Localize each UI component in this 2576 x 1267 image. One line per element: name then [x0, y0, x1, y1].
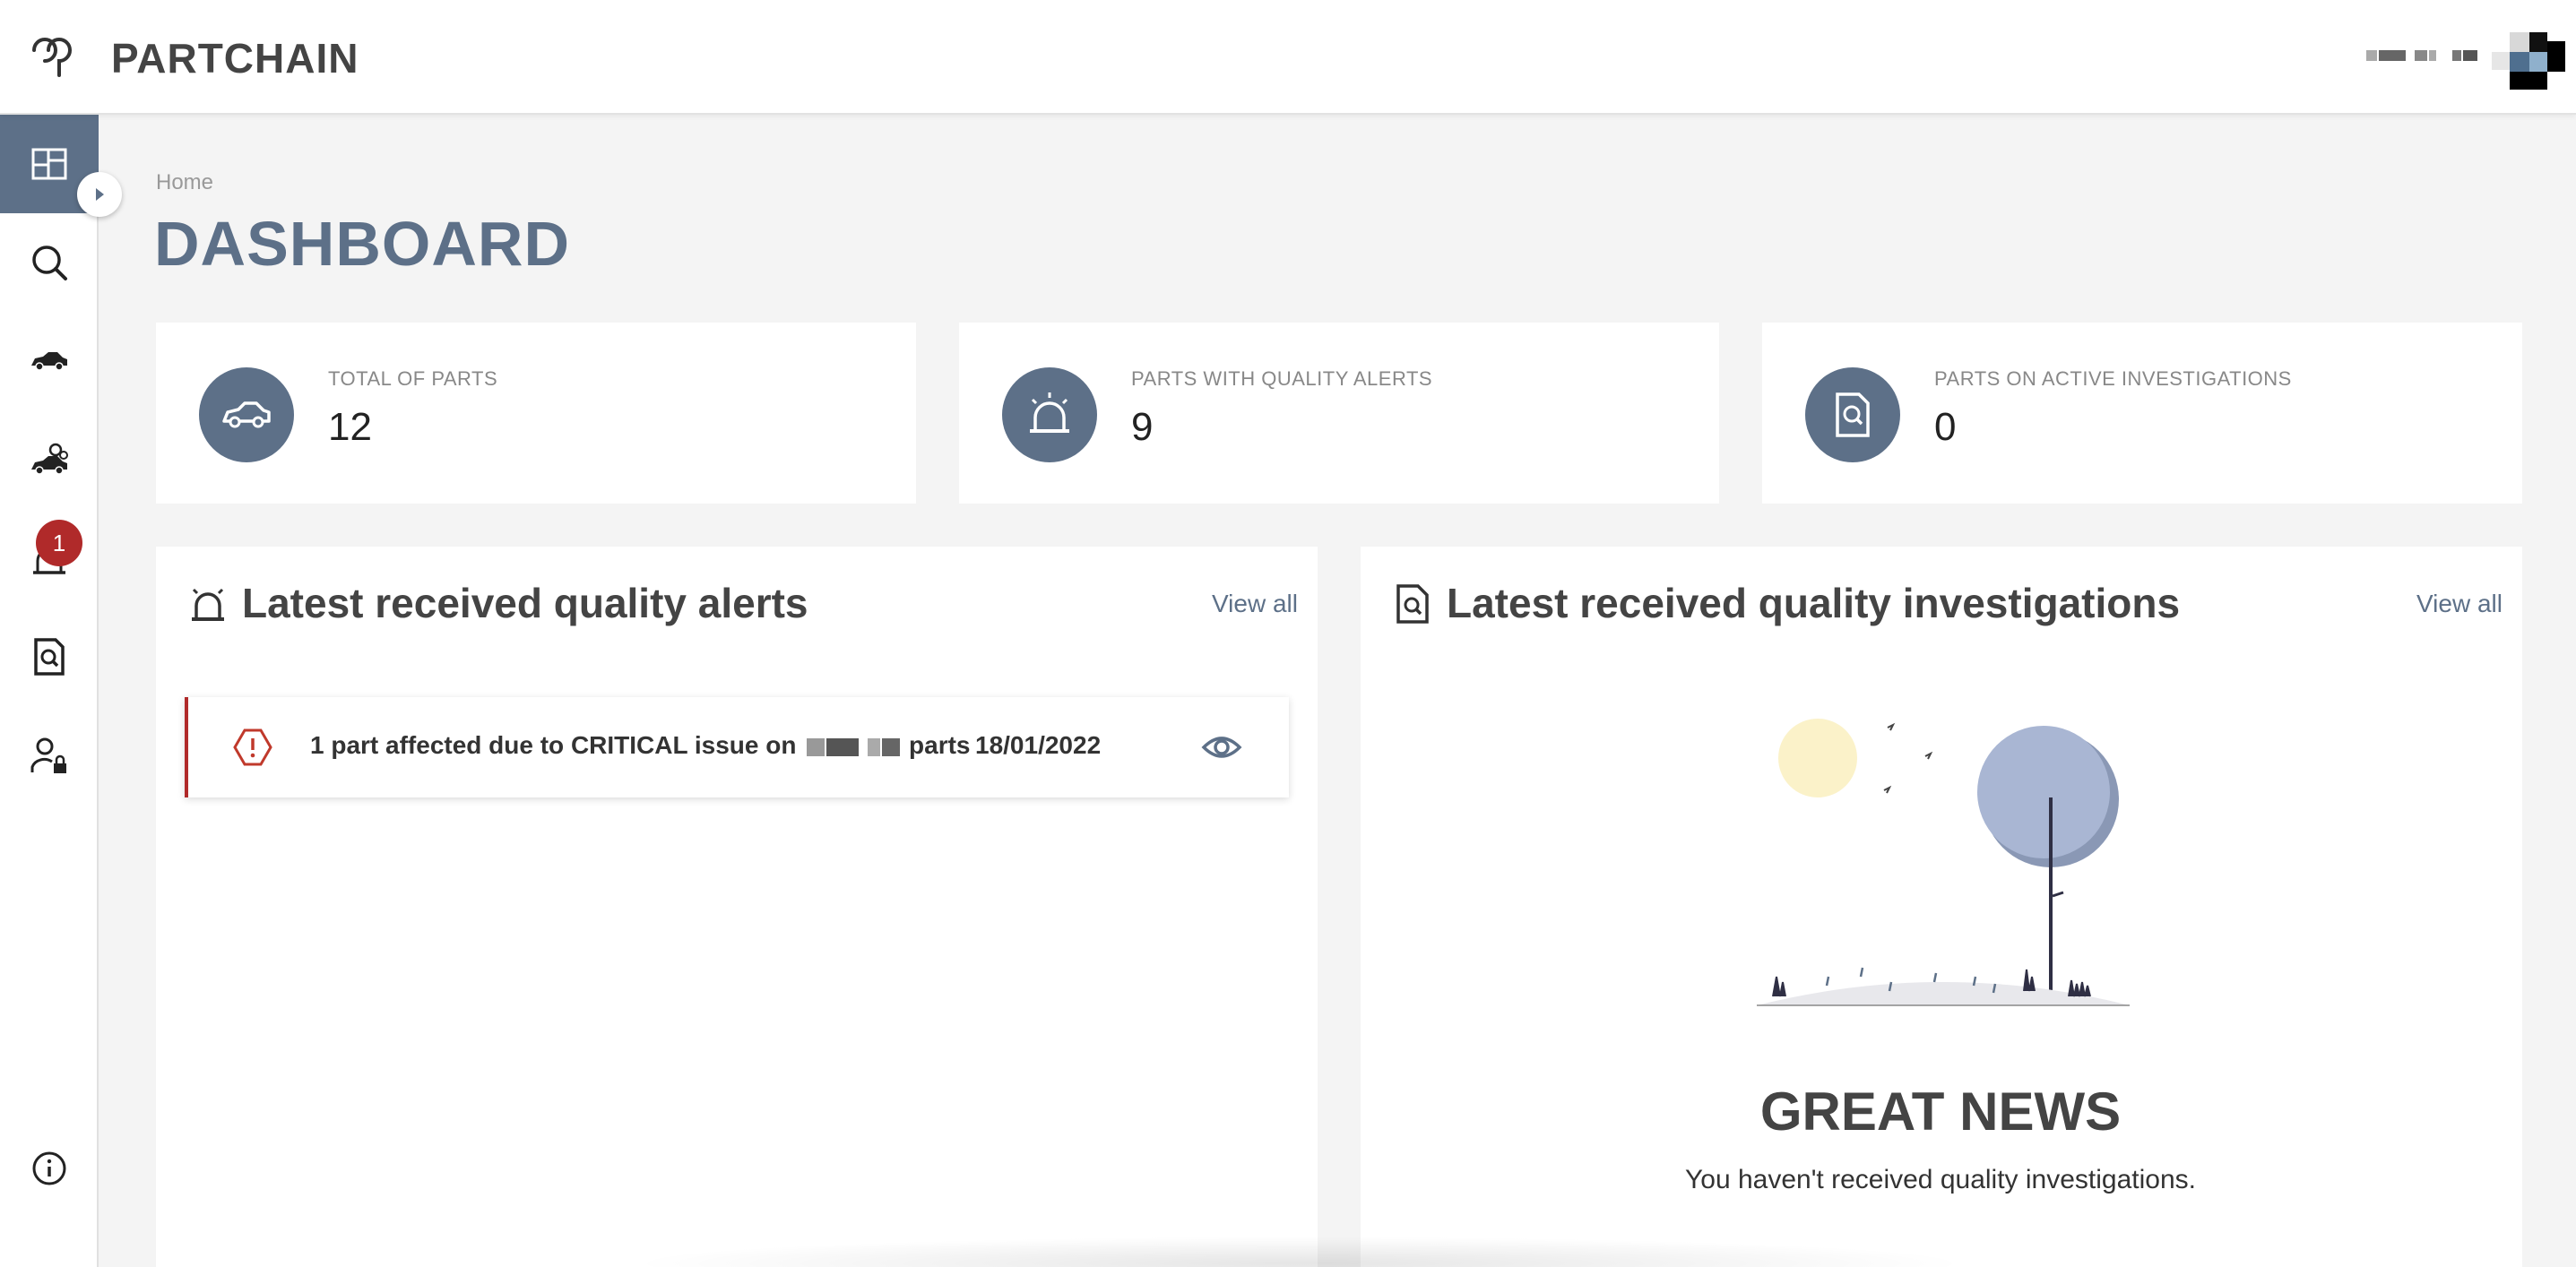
stat-label: TOTAL OF PARTS [328, 367, 498, 390]
document-search-icon [1396, 584, 1429, 624]
stat-icon [1805, 367, 1900, 462]
stat-value: 12 [328, 405, 372, 449]
view-all-alerts-link[interactable]: View all [1212, 590, 1298, 618]
stat-card-quality-alerts: PARTS WITH QUALITY ALERTS 9 [959, 323, 1719, 504]
notification-badge: 1 [36, 520, 82, 566]
empty-state-text: You haven't received quality investigati… [1685, 1165, 2196, 1194]
stat-value: 0 [1934, 405, 1957, 449]
panel-title: Latest received quality investigations [1447, 580, 2181, 626]
search-icon [32, 246, 67, 280]
car-icon [222, 401, 271, 428]
view-all-investigations-link[interactable]: View all [2416, 590, 2503, 618]
sidebar-item-quality-investigations[interactable] [0, 608, 99, 706]
stat-icon [199, 367, 294, 462]
eye-icon[interactable] [1201, 729, 1242, 765]
info-icon [32, 1151, 66, 1185]
stat-card-active-investigations: PARTS ON ACTIVE INVESTIGATIONS 0 [1762, 323, 2522, 504]
sidebar-item-admin[interactable] [0, 706, 99, 805]
sidebar-item-search[interactable] [0, 213, 99, 312]
app-title[interactable]: PARTCHAIN [111, 34, 359, 82]
alarm-icon [192, 588, 224, 621]
stat-label: PARTS WITH QUALITY ALERTS [1131, 367, 1433, 390]
document-search-icon [34, 638, 65, 676]
empty-state-title: GREAT NEWS [1759, 1082, 2122, 1142]
alarm-icon [1030, 392, 1069, 433]
redacted-part-name [803, 737, 902, 758]
car-icon [31, 352, 67, 371]
alert-row[interactable]: 1 part affected due to CRITICAL issue on… [185, 697, 1289, 797]
empty-state-illustration [1757, 719, 2130, 1006]
critical-warning-icon [233, 728, 272, 766]
document-search-icon [1836, 392, 1870, 437]
sidebar [0, 115, 99, 1267]
quality-investigations-panel: Latest received quality investigations V… [1361, 547, 2522, 1267]
sidebar-item-about[interactable] [0, 1124, 99, 1213]
panel-title: Latest received quality alerts [242, 580, 808, 626]
sidebar-toggle-button[interactable] [77, 172, 122, 217]
user-lock-icon [30, 737, 66, 773]
alert-text-end: parts [909, 731, 971, 759]
breadcrumb[interactable]: Home [156, 170, 213, 195]
sidebar-item-parts[interactable] [0, 312, 99, 410]
top-header: PARTCHAIN [0, 0, 2576, 115]
avatar[interactable] [2492, 32, 2565, 90]
bottom-shadow [627, 1237, 1972, 1267]
page-title: DASHBOARD [154, 209, 570, 279]
stat-label: PARTS ON ACTIVE INVESTIGATIONS [1934, 367, 2292, 390]
dashboard-icon [31, 148, 67, 180]
stat-card-total-parts: TOTAL OF PARTS 12 [156, 323, 916, 504]
alert-text-start: 1 part affected due to CRITICAL issue on [310, 731, 797, 759]
stat-value: 9 [1131, 405, 1154, 449]
alert-description: 1 part affected due to CRITICAL issue on… [310, 731, 970, 760]
sidebar-item-other-parts[interactable] [0, 410, 99, 509]
stat-icon [1002, 367, 1097, 462]
car-gear-icon [31, 443, 68, 475]
chevron-right-icon [96, 188, 104, 201]
quality-alerts-panel: Latest received quality alerts View all … [156, 547, 1318, 1267]
partchain-logo-icon[interactable] [27, 32, 77, 79]
alert-date: 18/01/2022 [975, 731, 1102, 759]
user-name[interactable] [2366, 47, 2483, 65]
